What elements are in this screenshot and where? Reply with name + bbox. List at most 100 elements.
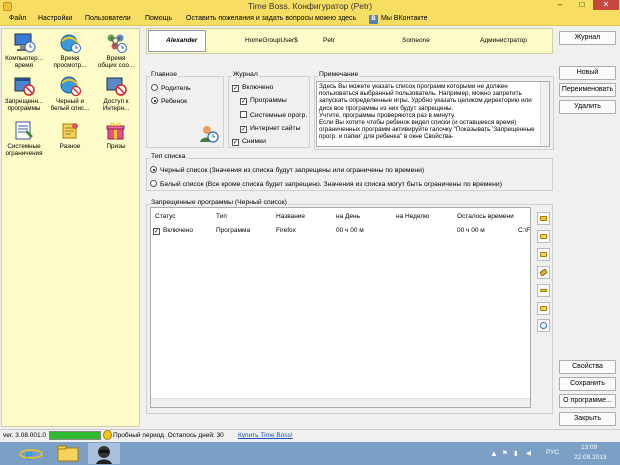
white-list-radio[interactable]: Белый список (Все кроме списка будет зап… (150, 180, 502, 188)
category-network-time[interactable]: Время общих соо... (94, 32, 138, 69)
list-horizontal-scrollbar[interactable] (151, 398, 530, 407)
clock-date[interactable]: 22.09.2013 (574, 454, 607, 461)
user-alexander[interactable]: Alexander (166, 37, 197, 44)
svg-text:e: e (25, 444, 33, 464)
user-petr[interactable]: Petr (323, 37, 335, 44)
black-list-radio[interactable]: Черный список (Значения из списка будут … (150, 166, 424, 174)
child-label: Ребенок (161, 98, 188, 105)
add-folder-button[interactable] (537, 230, 550, 243)
category-label: Доступ к Интерн... (102, 98, 130, 112)
save-button[interactable]: Сохранить (559, 377, 616, 391)
column-name[interactable]: Название (276, 213, 305, 220)
category-computer-time[interactable]: Компьютер... время (2, 32, 46, 69)
journal-button[interactable]: Журнал (559, 31, 616, 45)
new-user-button[interactable]: Новый (559, 66, 616, 80)
move-icon (540, 306, 547, 311)
close-button[interactable]: Закрыть (559, 412, 616, 426)
category-label: Время общих соо... (97, 55, 135, 69)
column-day[interactable]: на День (336, 213, 360, 220)
user-administrator[interactable]: Администратор (480, 37, 527, 44)
tray-volume-icon[interactable]: ◀ (526, 449, 531, 457)
app-icon (3, 2, 12, 11)
remove-icon (540, 289, 547, 292)
user-homegroupuser[interactable]: HomeGroupUser$ (245, 37, 298, 44)
explorer-taskbar-button[interactable] (54, 443, 82, 464)
menu-vkontakte[interactable]: Мы ВКонтакте (381, 15, 428, 22)
tray-network-icon[interactable]: ▮ (514, 449, 518, 457)
journal-system-progs-label: Системные прогр. (250, 112, 308, 119)
folder-icon (57, 445, 79, 462)
menu-file[interactable]: Файл (9, 15, 26, 22)
radio-icon (150, 180, 157, 187)
category-label: Время просмотр... (53, 55, 87, 69)
move-button[interactable] (537, 302, 550, 315)
buy-link[interactable]: Купить Time Boss! (238, 432, 293, 439)
menu-users[interactable]: Пользователи (85, 15, 131, 22)
category-forbidden-programs[interactable]: Запрещенн... программы (2, 75, 46, 112)
add-icon (540, 216, 547, 221)
menu-settings[interactable]: Настройки (38, 15, 72, 22)
menu-help[interactable]: Помощь (145, 15, 172, 22)
close-window-button[interactable]: ✕ (593, 0, 619, 10)
language-indicator[interactable]: РУС (546, 449, 559, 456)
journal-enabled-checkbox[interactable]: ✓ Включено (232, 84, 273, 92)
child-radio[interactable]: Ребенок (151, 97, 187, 105)
programs-list[interactable] (150, 207, 531, 408)
category-black-white-list[interactable]: Черный и белый спис... (48, 75, 92, 112)
category-system-restrictions[interactable]: Системные ограничения (2, 120, 46, 157)
journal-programs-checkbox[interactable]: ✓ Программы (240, 97, 287, 105)
trial-progress-fill (50, 432, 100, 439)
edit-button[interactable] (537, 266, 550, 279)
category-misc[interactable]: Разное (48, 120, 92, 150)
remove-button[interactable] (537, 284, 550, 297)
about-button[interactable]: О программе... (559, 394, 616, 408)
category-internet-access[interactable]: Доступ к Интерн... (94, 75, 138, 112)
version-text: ver. 3.08.001.0 (3, 432, 47, 439)
minimize-button[interactable]: – (549, 0, 571, 10)
timeboss-taskbar-button[interactable] (88, 443, 120, 464)
note-textarea[interactable]: Здесь Вы можете указать список программ … (316, 81, 550, 147)
column-remaining[interactable]: Осталось времени (457, 213, 514, 220)
column-type[interactable]: Тип (216, 213, 227, 220)
vk-icon[interactable]: В (369, 15, 378, 24)
properties-button[interactable]: Свойства (559, 360, 616, 374)
internet-explorer-icon: e (19, 444, 43, 464)
column-week[interactable]: на Неделю (396, 213, 429, 220)
tray-flag-icon[interactable]: ⚑ (502, 449, 508, 457)
network-time-icon (104, 32, 128, 54)
journal-programs-label: Программы (250, 97, 287, 104)
journal-system-progs-checkbox[interactable]: Системные прогр. (240, 111, 307, 119)
parent-radio[interactable]: Родитель (151, 84, 191, 92)
note-scrollbar[interactable] (540, 82, 549, 146)
add-window-button[interactable] (537, 248, 550, 261)
journal-internet-sites-checkbox[interactable]: ✓ Интернет сайты (240, 125, 301, 133)
menu-feedback[interactable]: Оставить пожелания и задать вопросы можн… (186, 15, 356, 22)
forbidden-programs-icon (12, 75, 36, 97)
internet-time-icon (58, 32, 82, 54)
user-someone[interactable]: Someone (402, 37, 430, 44)
window-add-icon (540, 252, 547, 257)
prizes-icon (104, 120, 128, 142)
category-label: Черный и белый спис... (50, 98, 90, 112)
delete-user-button[interactable]: Удалить (559, 100, 616, 114)
add-program-button[interactable] (537, 212, 550, 225)
tray-arrow-icon[interactable]: ▲ (490, 449, 498, 458)
window-title: Time Boss. Конфигуратор (Petr) (247, 1, 373, 11)
radio-icon (151, 84, 158, 91)
internet-access-icon (104, 75, 128, 97)
category-internet-time[interactable]: Время просмотр... (48, 32, 92, 69)
time-limit-button[interactable] (537, 319, 550, 332)
row-name-cell: Firefox (276, 227, 296, 234)
journal-snapshots-checkbox[interactable]: ✓ Снимки (232, 138, 266, 146)
rename-user-button[interactable]: Переименовать (559, 83, 616, 97)
checkbox-checked-icon: ✓ (153, 228, 160, 235)
column-status[interactable]: Статус (155, 213, 176, 220)
row-status-cell[interactable]: ✓ Включено (153, 227, 193, 235)
category-prizes[interactable]: Призы (94, 120, 138, 150)
ie-taskbar-button[interactable]: e (18, 443, 46, 464)
clock-time[interactable]: 13:09 (581, 444, 597, 451)
checkbox-unchecked-icon (240, 111, 247, 118)
black-white-list-icon (58, 75, 82, 97)
maximize-button[interactable]: □ (571, 0, 593, 10)
journal-internet-sites-label: Интернет сайты (250, 125, 301, 132)
